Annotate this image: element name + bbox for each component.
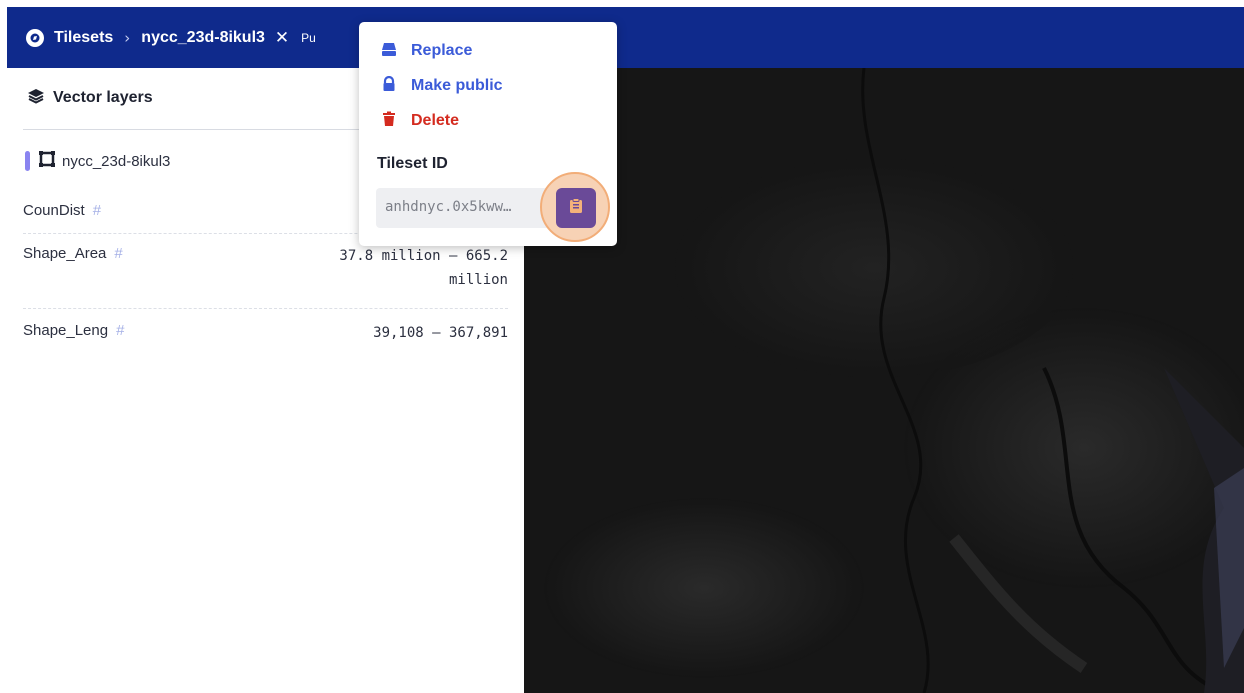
replace-label: Replace — [411, 42, 473, 59]
number-type-icon: # — [114, 245, 123, 262]
breadcrumb-tilesets[interactable]: Tilesets — [54, 29, 113, 47]
tileset-id-label: Tileset ID — [377, 155, 448, 172]
breadcrumb-tileset-name: nycc_23d-8ikul3 — [141, 28, 265, 46]
field-range-line: 37.8 million – 665.2 — [339, 248, 508, 264]
make-public-label: Make public — [411, 77, 503, 94]
field-range-line: 39,108 – 367,891 — [373, 325, 508, 341]
visibility-badge: Pu — [301, 30, 316, 45]
number-type-icon: # — [116, 322, 125, 339]
field-range: 37.8 million – 665.2 million — [288, 244, 508, 292]
vector-layers-title: Vector layers — [53, 89, 153, 106]
layer-name: nycc_23d-8ikul3 — [62, 152, 171, 170]
delete-menu-item[interactable]: Delete — [381, 111, 459, 131]
number-type-icon: # — [92, 202, 102, 219]
copy-tileset-id-button[interactable] — [556, 188, 596, 228]
tileset-actions-menu: Replace Make public Delete Tileset ID an… — [359, 22, 617, 246]
field-name: CounDist — [23, 202, 85, 219]
tileset-id-value: anhdnyc.0x5kww… — [385, 199, 512, 215]
app-frame: Tilesets › nycc_23d-8ikul3 ✕ Pu Vector l… — [7, 7, 1244, 693]
field-divider — [23, 308, 508, 309]
field-name: Shape_Leng — [23, 322, 109, 339]
layer-color-swatch — [25, 151, 30, 171]
field-name: Shape_Area — [23, 245, 107, 262]
map-canvas[interactable] — [524, 68, 1244, 693]
field-row: Shape_Leng # 39,108 – 367,891 — [23, 322, 508, 352]
vector-layers-header: Vector layers — [27, 88, 153, 108]
top-bar: Tilesets › nycc_23d-8ikul3 ✕ Pu — [7, 7, 1244, 68]
lock-icon — [381, 75, 397, 96]
breadcrumb-separator-icon: › — [124, 28, 131, 47]
close-icon[interactable]: ✕ — [275, 28, 289, 48]
trash-icon — [381, 111, 397, 131]
delete-label: Delete — [411, 112, 460, 129]
make-public-menu-item[interactable]: Make public — [381, 75, 503, 96]
hard-drive-icon — [381, 41, 397, 61]
clipboard-icon — [569, 198, 583, 218]
field-row: Shape_Area # 37.8 million – 665.2 million — [23, 245, 508, 305]
studio-logo-icon[interactable] — [26, 28, 44, 47]
polygon-icon — [38, 150, 56, 172]
layers-icon — [27, 88, 45, 108]
layer-item[interactable]: nycc_23d-8ikul3 — [25, 150, 170, 172]
field-range-line: million — [448, 272, 508, 288]
replace-menu-item[interactable]: Replace — [381, 41, 472, 61]
field-range: 39,108 – 367,891 — [288, 321, 508, 345]
satellite-imagery — [524, 68, 1244, 693]
